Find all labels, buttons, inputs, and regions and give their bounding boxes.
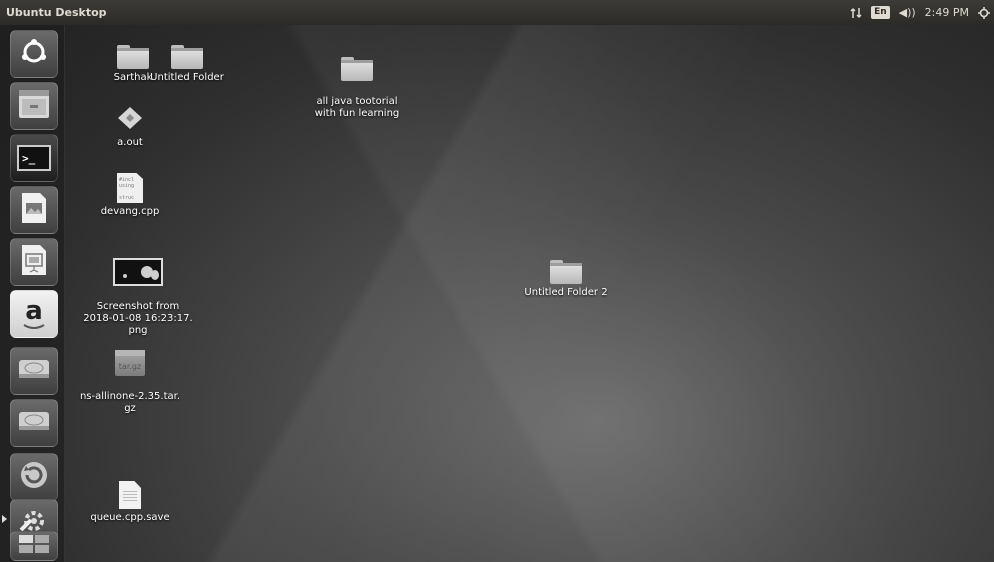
terminal-icon: >_	[17, 145, 51, 171]
desktop-icon-screenshot-png[interactable]: Screenshot from 2018-01-08 16:23:17. png	[80, 246, 196, 349]
desktop-icon-a-out[interactable]: a.out	[100, 106, 160, 149]
desktop-icon-folder-java-tutorial[interactable]: all java tootorial with fun learning	[305, 45, 409, 132]
volume-icon[interactable]: ◀))	[899, 0, 916, 25]
indicator-area: En ◀)) 2:49 PM	[850, 0, 990, 25]
desktop-icon-label: devang.cpp	[100, 206, 160, 217]
clock[interactable]: 2:49 PM	[925, 0, 969, 25]
gear-icon[interactable]	[978, 0, 990, 25]
desktop-icon-devang-cpp[interactable]: #incl using struc devang.cpp	[96, 173, 164, 218]
top-panel: Ubuntu Desktop En ◀)) 2:49 PM	[0, 0, 994, 25]
launcher-files[interactable]	[10, 82, 58, 130]
launcher-drive-1[interactable]	[10, 347, 58, 395]
ubuntu-logo-icon	[19, 37, 49, 71]
desktop-icon-label: queue.cpp.save	[90, 512, 170, 523]
archive-badge: tar.gz	[118, 362, 142, 371]
network-updown-icon[interactable]	[850, 0, 862, 25]
launcher-amazon[interactable]: a	[10, 290, 58, 338]
update-icon	[18, 459, 50, 495]
desktop-icon-queue-cpp-save[interactable]: queue.cpp.save	[86, 481, 174, 524]
hard-drive-icon	[17, 408, 51, 438]
image-document-icon	[20, 191, 48, 229]
keyboard-layout-label: En	[871, 6, 890, 19]
workspace-switcher-icon	[17, 533, 51, 559]
hard-drive-icon	[17, 356, 51, 386]
launcher-terminal[interactable]: >_	[10, 134, 58, 182]
source-code-file-icon: #incl using struc	[117, 173, 143, 203]
presentation-icon	[20, 243, 48, 281]
panel-title: Ubuntu Desktop	[6, 6, 107, 19]
folder-icon	[117, 45, 149, 69]
desktop-icon-folder-untitled[interactable]: Untitled Folder	[147, 45, 227, 84]
image-thumbnail-icon	[113, 258, 163, 286]
archive-icon: tar.gz	[115, 350, 145, 376]
desktop-icon-label: a.out	[117, 137, 143, 148]
desktop-icon-label: Screenshot from 2018-01-08 16:23:17. png	[83, 301, 193, 336]
keyboard-layout-indicator[interactable]: En	[871, 0, 890, 25]
launcher-drive-2[interactable]	[10, 399, 58, 447]
file-cabinet-icon	[17, 88, 51, 124]
launcher-presentation[interactable]	[10, 238, 58, 286]
terminal-prompt-glyph: >_	[22, 151, 36, 165]
text-document-icon	[119, 481, 141, 509]
launcher-image-viewer[interactable]	[10, 186, 58, 234]
folder-icon	[171, 45, 203, 69]
desktop-icon-label: all java tootorial with fun learning	[314, 96, 400, 119]
desktop-icon-ns-allinone-archive[interactable]: tar.gz ns-allinone-2.35.tar. gz	[74, 338, 186, 427]
folder-icon	[341, 57, 373, 81]
desktop-icon-label: Untitled Folder	[150, 72, 224, 83]
active-indicator-pip	[2, 515, 7, 523]
launcher-workspaces[interactable]	[10, 531, 58, 561]
executable-diamond-icon	[100, 106, 160, 134]
desktop-icon-folder-untitled-2[interactable]: Untitled Folder 2	[518, 260, 614, 299]
launcher: >_ a	[0, 25, 65, 562]
amazon-icon: a	[22, 298, 46, 330]
launcher-updater[interactable]	[10, 453, 58, 501]
launcher-dash-home[interactable]	[10, 30, 58, 78]
desktop-icon-label: ns-allinone-2.35.tar. gz	[79, 391, 181, 414]
desktop-icon-label: Untitled Folder 2	[524, 287, 608, 298]
folder-icon	[550, 260, 582, 284]
amazon-letter: a	[25, 296, 43, 326]
